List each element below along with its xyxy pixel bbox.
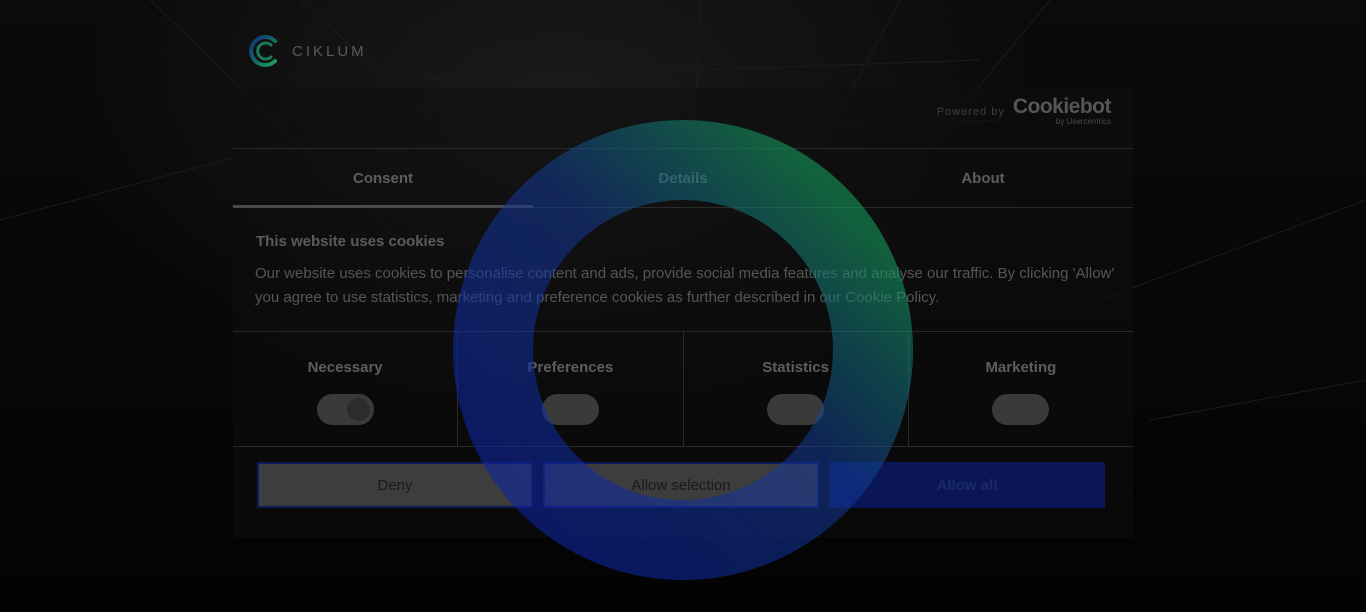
ciklum-logo-icon xyxy=(249,35,277,67)
toggle-necessary: Necessary xyxy=(233,332,457,446)
brand-name: CIKLUM xyxy=(292,42,367,60)
toggle-marketing-label: Marketing xyxy=(985,359,1057,376)
necessary-switch[interactable] xyxy=(316,394,374,425)
allow-selection-button[interactable]: Allow selection xyxy=(543,462,819,508)
toggle-marketing: Marketing xyxy=(907,332,1133,446)
tab-details[interactable]: Details xyxy=(533,149,833,207)
consent-body: Our website uses cookies to personalise … xyxy=(255,265,1115,306)
toggle-statistics-label: Statistics xyxy=(762,359,829,376)
tab-consent[interactable]: Consent xyxy=(233,149,533,208)
consent-toggles: Necessary Preferences Statistics Marketi… xyxy=(233,331,1133,447)
marketing-switch[interactable] xyxy=(992,394,1050,425)
tab-bar: Consent Details About xyxy=(233,148,1133,208)
preferences-switch[interactable] xyxy=(541,394,599,425)
tab-about[interactable]: About xyxy=(833,149,1133,207)
switch-knob xyxy=(346,398,370,421)
deny-button[interactable]: Deny xyxy=(257,462,533,508)
ciklum-logo[interactable]: CIKLUM xyxy=(248,34,367,68)
cookiebot-byline: by Usercentrics xyxy=(1055,117,1111,126)
cookiebot-name: Cookiebot xyxy=(1012,95,1112,118)
consent-heading: This website uses cookies xyxy=(256,233,445,250)
powered-by[interactable]: Powered by Cookiebot by Usercentrics xyxy=(936,95,1112,126)
toggle-statistics: Statistics xyxy=(682,332,908,446)
powered-by-label: Powered by xyxy=(936,106,1005,118)
allow-all-button[interactable]: Allow all xyxy=(829,462,1105,508)
toggle-necessary-label: Necessary xyxy=(307,359,383,376)
statistics-switch[interactable] xyxy=(767,394,825,425)
cookiebot-logo: Cookiebot by Usercentrics xyxy=(1012,95,1112,126)
toggle-preferences-label: Preferences xyxy=(527,359,614,376)
cookie-consent-dialog: Powered by Cookiebot by Usercentrics Con… xyxy=(233,88,1133,538)
consent-buttons: Deny Allow selection Allow all xyxy=(257,462,1105,508)
toggle-preferences: Preferences xyxy=(457,332,682,446)
